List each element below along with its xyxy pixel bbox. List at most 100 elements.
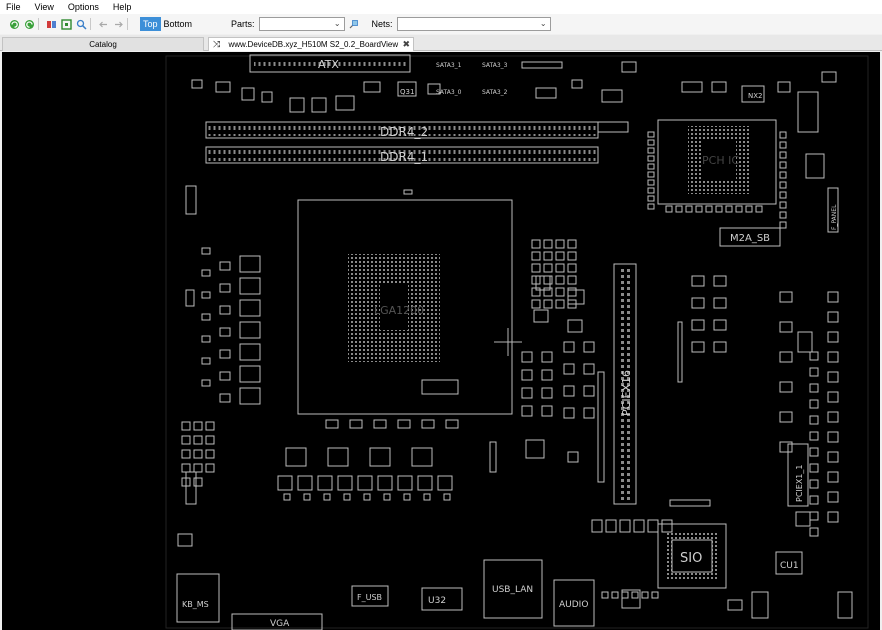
board-component [715, 205, 723, 213]
menu-view[interactable]: View [35, 2, 54, 12]
capacitor [297, 475, 313, 491]
board-component [583, 407, 595, 419]
board-component [779, 181, 787, 189]
board-component [713, 297, 727, 309]
board-component [809, 527, 819, 537]
board-component [571, 79, 583, 89]
board-component [349, 419, 363, 429]
board-component [205, 449, 215, 459]
sata1-label: SATA3_1 [436, 62, 462, 69]
board-component [521, 405, 533, 417]
board-component [583, 385, 595, 397]
board-component [219, 393, 231, 403]
nets-label: Nets: [371, 19, 393, 29]
tab-boardview[interactable]: ⤨ www.DeviceDB.xyz_H510M S2_0.2_BoardVie… [208, 37, 414, 51]
board-component [583, 363, 595, 375]
board-component [591, 519, 603, 533]
board-component [181, 421, 191, 431]
board-component [193, 463, 203, 473]
board-component [779, 141, 787, 149]
board-component [521, 61, 563, 69]
board-component [745, 205, 753, 213]
tab-catalog[interactable]: Catalog [2, 37, 204, 51]
board-component [193, 477, 203, 487]
board-component [647, 203, 655, 210]
board-component [219, 261, 231, 271]
board-component [543, 299, 553, 309]
board-component [177, 533, 193, 547]
capacitor [397, 475, 413, 491]
board-component [191, 79, 203, 89]
board-component [567, 287, 577, 297]
vrm-choke [239, 299, 261, 317]
vrm-choke [369, 447, 391, 467]
atx-label: ATX [318, 58, 339, 71]
menu-options[interactable]: Options [68, 2, 99, 12]
board-component [713, 319, 727, 331]
board-component [827, 291, 839, 303]
ddr4-1-label: DDR4_1 [380, 150, 428, 164]
board-canvas[interactable]: ATX DDR4_2 DDR4_1 PCH IC M2A_SB SIO LGA1… [2, 52, 880, 630]
board-component [633, 519, 645, 533]
board-component [631, 591, 639, 599]
rotate-left-icon[interactable] [8, 18, 20, 30]
usb-lan-label: USB_LAN [492, 585, 533, 595]
board-component [181, 435, 191, 445]
board-component [205, 463, 215, 473]
board-component [821, 71, 837, 83]
cu1-label: CU1 [780, 561, 799, 571]
close-icon[interactable]: ✖ [402, 38, 410, 51]
flip-icon[interactable] [45, 18, 57, 30]
toolbar-separator [127, 18, 128, 30]
nets-combobox[interactable]: ⌄ [396, 17, 551, 31]
board-component [647, 131, 655, 138]
board-component [779, 411, 793, 423]
board-component [555, 275, 565, 285]
board-component [827, 411, 839, 423]
board-component [779, 161, 787, 169]
back-icon[interactable] [97, 18, 109, 30]
parts-combobox[interactable]: ⌄ [258, 17, 345, 31]
rotate-right-icon[interactable] [23, 18, 35, 30]
board-component [201, 313, 211, 321]
sio-label: SIO [680, 551, 702, 566]
menu-help[interactable]: Help [113, 2, 132, 12]
board-component [443, 493, 451, 501]
parts-label: Parts: [231, 19, 255, 29]
menu-file[interactable]: File [6, 2, 21, 12]
sata3-label: SATA3_3 [482, 62, 508, 69]
board-component [809, 399, 819, 409]
board-component [779, 351, 793, 363]
board-component [705, 205, 713, 213]
board-component [201, 247, 211, 255]
board-component [543, 263, 553, 273]
q4 [797, 331, 813, 353]
zoom-icon[interactable] [75, 18, 87, 30]
board-component [541, 351, 553, 363]
f-usb-label: F_USB [357, 593, 382, 602]
toolbar-separator [38, 18, 39, 30]
board-component [555, 239, 565, 249]
board-component [219, 371, 231, 381]
board-component [691, 341, 705, 353]
board-component [567, 251, 577, 261]
board-component [809, 383, 819, 393]
board-component [403, 493, 411, 501]
board-component [809, 367, 819, 377]
bottom-side-button[interactable]: Bottom [161, 17, 196, 31]
board-component [445, 419, 459, 429]
forward-icon[interactable] [112, 18, 124, 30]
top-side-button[interactable]: Top [140, 17, 161, 31]
vrm-choke [411, 447, 433, 467]
chevron-down-icon: ⌄ [539, 19, 547, 28]
board-component [181, 449, 191, 459]
fit-icon[interactable] [60, 18, 72, 30]
board-component [675, 205, 683, 213]
board-component [215, 81, 231, 93]
board-component [283, 493, 291, 501]
board-component [583, 341, 595, 353]
board-component [827, 351, 839, 363]
pin-icon[interactable] [348, 18, 360, 30]
board-component [383, 493, 391, 501]
tab-boardview-label: www.DeviceDB.xyz_H510M S2_0.2_BoardView [228, 40, 399, 49]
